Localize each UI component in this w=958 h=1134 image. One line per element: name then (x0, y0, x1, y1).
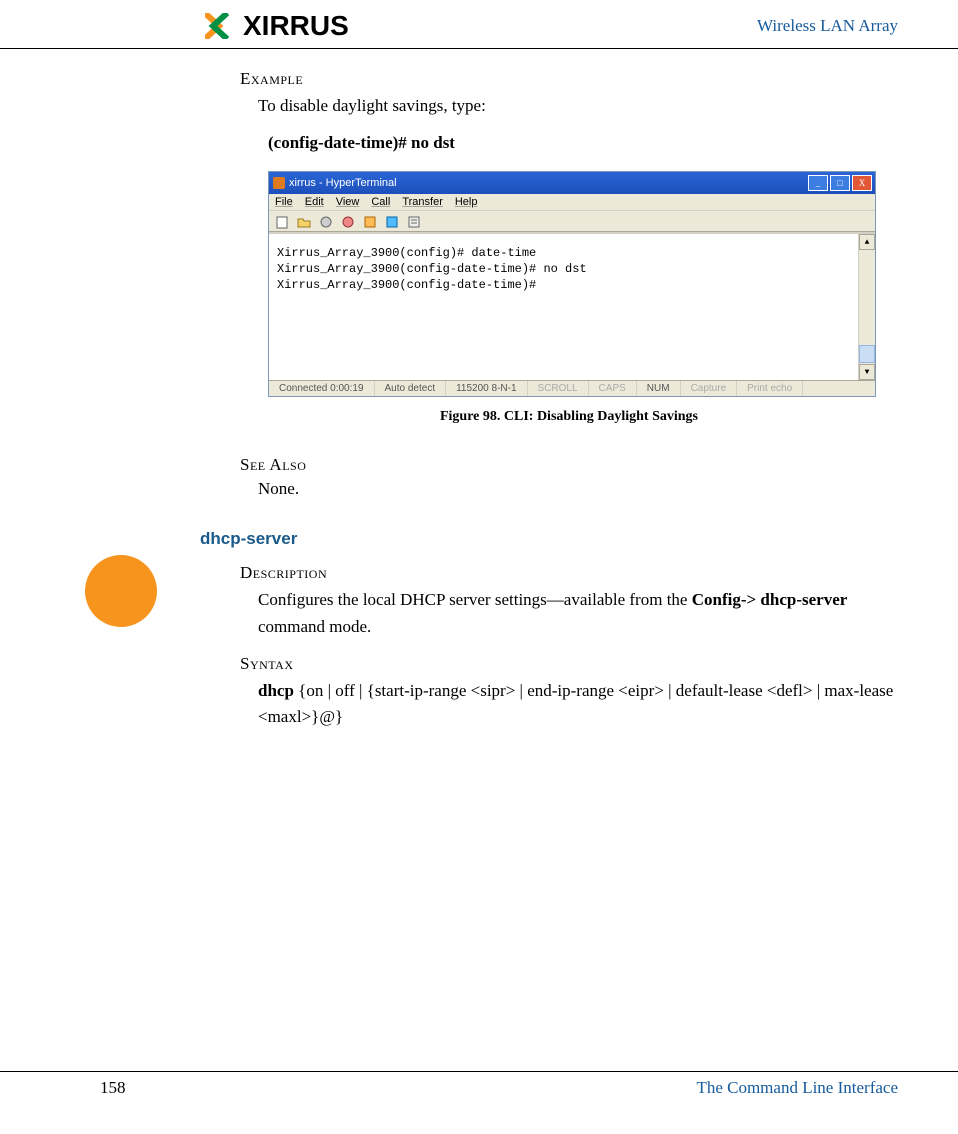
scroll-up-icon[interactable]: ▲ (859, 234, 875, 250)
example-intro: To disable daylight savings, type: (258, 93, 898, 119)
menu-call[interactable]: Call (371, 196, 390, 208)
status-connected: Connected 0:00:19 (269, 381, 375, 396)
status-num: NUM (637, 381, 681, 396)
call-icon[interactable] (319, 214, 333, 228)
logo-mark-icon (205, 13, 241, 39)
syntax-bold: dhcp (258, 681, 294, 700)
brand-logo: XIRRUS (205, 10, 349, 42)
properties-icon[interactable] (407, 214, 421, 228)
description-bold: Config-> dhcp-server (692, 590, 848, 609)
example-heading: Example (240, 69, 898, 89)
terminal-menu-bar: File Edit View Call Transfer Help (269, 194, 875, 211)
terminal-toolbar (269, 211, 875, 232)
terminal-app-icon (273, 177, 285, 189)
terminal-title-text: xirrus - HyperTerminal (289, 177, 397, 189)
menu-transfer[interactable]: Transfer (402, 196, 443, 208)
send-icon[interactable] (363, 214, 377, 228)
syntax-body: dhcp {on | off | {start-ip-range <sipr> … (258, 678, 898, 731)
terminal-scrollbar[interactable]: ▲ ▼ (858, 234, 875, 380)
see-also-heading: See Also (240, 455, 898, 475)
close-icon[interactable]: X (852, 175, 872, 191)
menu-help[interactable]: Help (455, 196, 478, 208)
page-number: 158 (100, 1078, 126, 1098)
status-capture: Capture (681, 381, 738, 396)
scroll-down-icon[interactable]: ▼ (859, 364, 875, 380)
status-scroll: SCROLL (528, 381, 589, 396)
section-marker-dot-icon (85, 555, 157, 627)
receive-icon[interactable] (385, 214, 399, 228)
document-title: Wireless LAN Array (757, 16, 898, 36)
open-icon[interactable] (297, 214, 311, 228)
terminal-line: Xirrus_Array_3900(config)# date-time (277, 246, 867, 262)
description-body: Configures the local DHCP server setting… (258, 587, 898, 640)
minimize-icon[interactable]: _ (808, 175, 828, 191)
footer-section-title: The Command Line Interface (696, 1078, 898, 1098)
terminal-status-bar: Connected 0:00:19 Auto detect 115200 8-N… (269, 380, 875, 396)
status-print: Print echo (737, 381, 803, 396)
status-detect: Auto detect (375, 381, 447, 396)
description-post: command mode. (258, 617, 371, 636)
description-pre: Configures the local DHCP server setting… (258, 590, 692, 609)
terminal-screenshot: xirrus - HyperTerminal _ □ X File Edit V… (268, 171, 876, 397)
terminal-output: Xirrus_Array_3900(config)# date-time Xir… (269, 232, 875, 380)
maximize-icon[interactable]: □ (830, 175, 850, 191)
see-also-body: None. (258, 479, 898, 499)
status-baud: 115200 8-N-1 (446, 381, 527, 396)
scroll-thumb[interactable] (859, 345, 875, 363)
syntax-rest: {on | off | {start-ip-range <sipr> | end… (258, 681, 893, 726)
description-heading: Description (240, 563, 898, 583)
terminal-line: Xirrus_Array_3900(config-date-time)# no … (277, 262, 867, 278)
syntax-heading: Syntax (240, 654, 898, 674)
menu-edit[interactable]: Edit (305, 196, 324, 208)
terminal-line: Xirrus_Array_3900(config-date-time)# (277, 278, 867, 294)
terminal-titlebar: xirrus - HyperTerminal _ □ X (269, 172, 875, 194)
disconnect-icon[interactable] (341, 214, 355, 228)
logo-text: XIRRUS (243, 10, 349, 42)
menu-view[interactable]: View (336, 196, 360, 208)
status-caps: CAPS (589, 381, 637, 396)
menu-file[interactable]: File (275, 196, 293, 208)
example-command: (config-date-time)# no dst (268, 133, 898, 153)
new-icon[interactable] (275, 214, 289, 228)
figure-caption: Figure 98. CLI: Disabling Daylight Savin… (240, 409, 898, 425)
dhcp-server-heading: dhcp-server (200, 529, 898, 549)
